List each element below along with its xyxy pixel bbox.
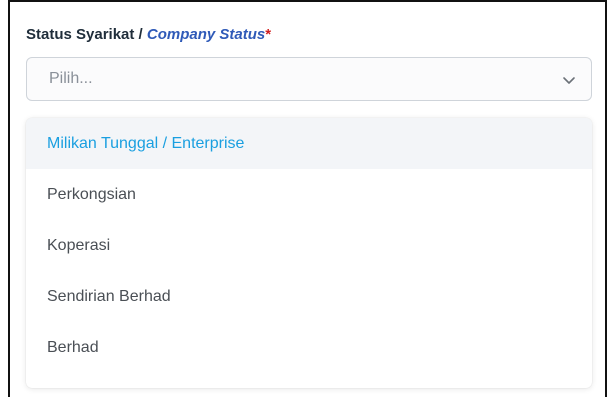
required-marker: *	[265, 26, 272, 43]
label-separator: /	[134, 26, 147, 43]
select-placeholder: Pilih...	[49, 70, 93, 87]
label-malay: Status Syarikat	[26, 26, 135, 43]
option-sendirian-berhad[interactable]: Sendirian Berhad	[26, 271, 592, 322]
company-status-label: Status Syarikat / Company Status*	[26, 26, 271, 43]
option-perkongsian[interactable]: Perkongsian	[26, 169, 592, 220]
company-status-select[interactable]: Pilih...	[26, 57, 592, 101]
option-milikan-tunggal[interactable]: Milikan Tunggal / Enterprise	[26, 118, 592, 169]
option-koperasi[interactable]: Koperasi	[26, 220, 592, 271]
company-status-dropdown-menu: Milikan Tunggal / Enterprise Perkongsian…	[26, 118, 592, 388]
chevron-down-icon[interactable]	[561, 72, 577, 88]
option-label: Milikan Tunggal / Enterprise	[47, 134, 245, 152]
option-label: Sendirian Berhad	[47, 287, 171, 305]
form-panel: Status Syarikat / Company Status* Pilih.…	[8, 0, 607, 397]
option-label: Perkongsian	[47, 185, 136, 203]
option-label: Koperasi	[47, 236, 111, 254]
label-english: Company Status	[146, 26, 266, 43]
option-label: Berhad	[47, 338, 99, 356]
option-berhad[interactable]: Berhad	[26, 322, 592, 373]
